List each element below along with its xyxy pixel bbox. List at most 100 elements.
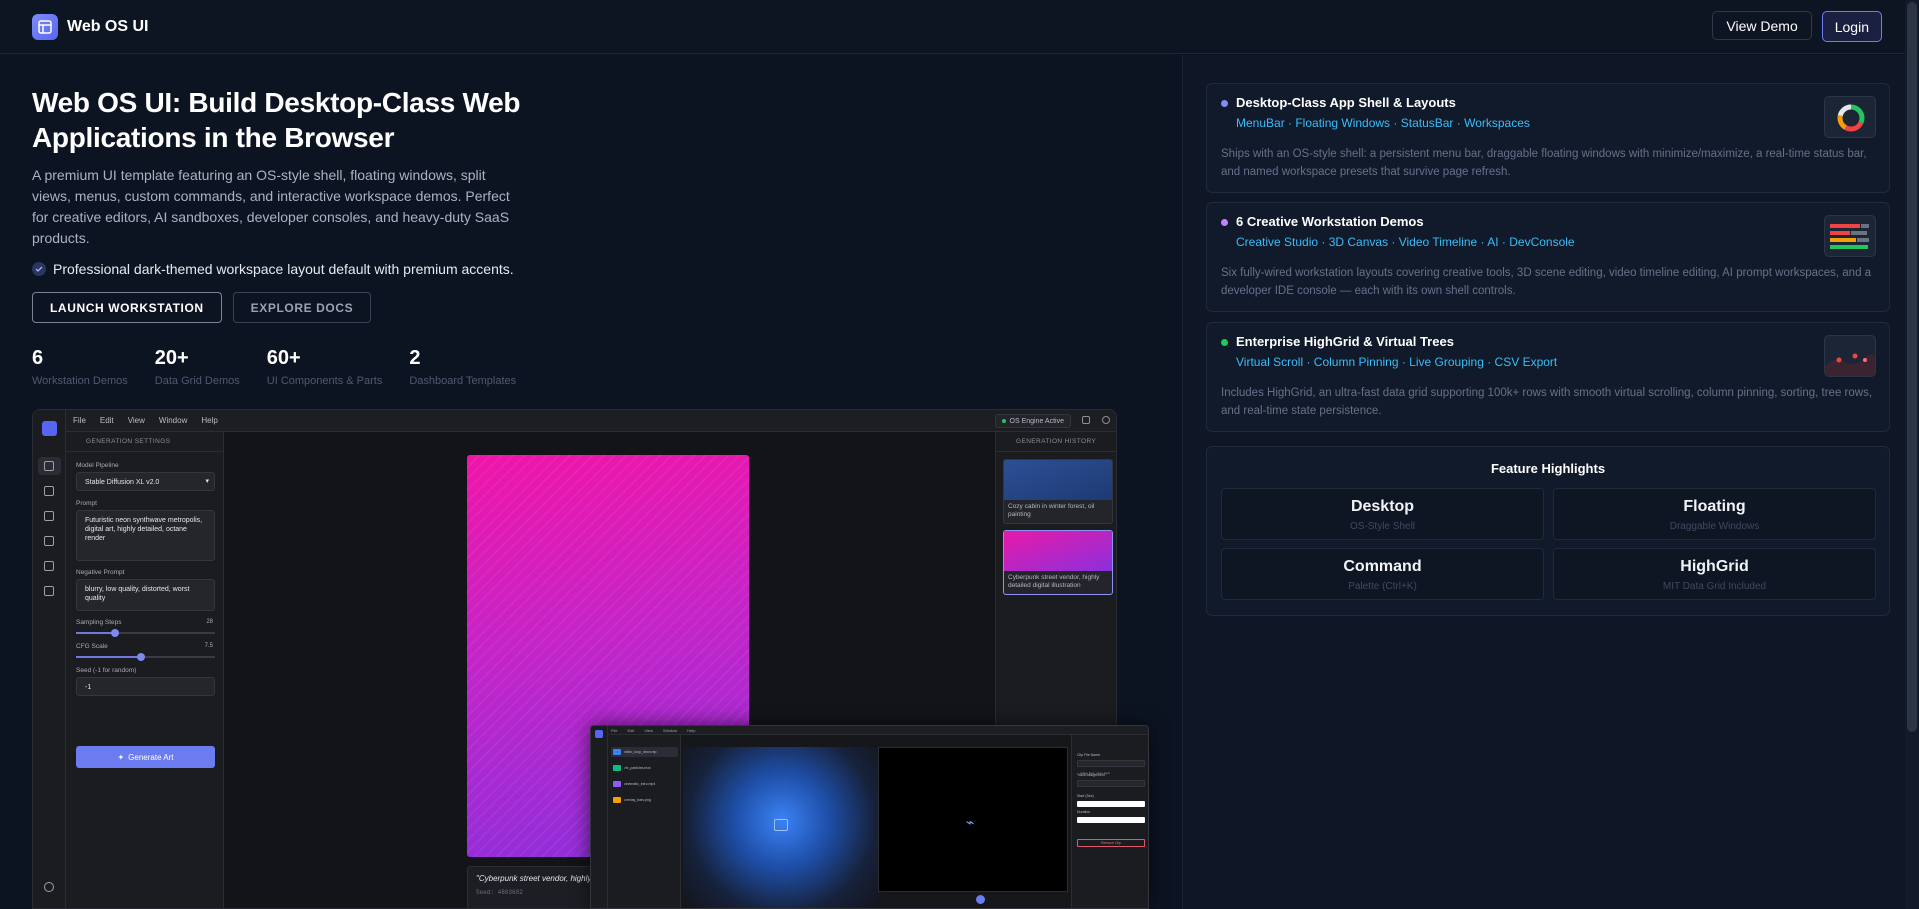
table-icon[interactable]: [44, 511, 54, 521]
prompt-textarea[interactable]: Futuristic neon synthwave metropolis, di…: [76, 510, 215, 561]
video-icon: [613, 765, 621, 771]
media-item[interactable]: vfx_particles.mov: [611, 763, 678, 773]
highlight-name: Floating: [1683, 498, 1746, 515]
w2-menubar: File Edit View Window Help: [591, 726, 1148, 735]
highlight-sub: OS-Style Shell: [1349, 521, 1416, 532]
floating-video-window[interactable]: File Edit View Window Help video_loop_ne…: [590, 725, 1149, 909]
explore-docs-button[interactable]: EXPLORE DOCS: [232, 292, 372, 323]
ws-menu-view[interactable]: View: [128, 416, 145, 425]
check-icon: [32, 262, 46, 276]
media-item-label: vfx_particles.mov: [624, 766, 652, 770]
monitor-icon[interactable]: [44, 461, 54, 471]
ws-menu-help[interactable]: Help: [201, 416, 217, 425]
stat-item: 60+ UI Components & Parts: [267, 346, 383, 387]
stat-item: 6 Workstation Demos: [32, 346, 128, 387]
feature-description: Six fully-wired workstation layouts cove…: [1221, 267, 1872, 297]
track-label: Track Assignment: [1077, 773, 1105, 777]
database-icon[interactable]: [44, 536, 54, 546]
media-item[interactable]: video_loop_neon.mp: [611, 747, 678, 757]
track-field[interactable]: [1077, 780, 1145, 787]
stat-label: UI Components & Parts: [266, 375, 383, 387]
media-bin: video_loop_neon.mp vfx_particles.mov cin…: [608, 735, 681, 908]
stat-item: 2 Dashboard Templates: [409, 346, 516, 387]
start-label: Start (Sec): [1077, 794, 1094, 798]
prompt-label: Prompt: [76, 500, 97, 507]
cfg-label: CFG Scale: [76, 643, 108, 650]
brand-name: Web OS UI: [67, 18, 149, 35]
duration-field[interactable]: [1077, 817, 1145, 823]
cfg-value: 7.5: [204, 643, 213, 649]
cfg-slider[interactable]: [76, 653, 215, 661]
w2-menu-file[interactable]: File: [611, 728, 617, 733]
steps-slider[interactable]: [76, 629, 215, 637]
source-viewer[interactable]: [683, 747, 881, 908]
waveform-icon: ⌁: [966, 814, 975, 830]
stat-label: Dashboard Templates: [409, 375, 517, 387]
page-scrollbar[interactable]: [1905, 0, 1919, 909]
layers-icon[interactable]: [44, 561, 54, 571]
generation-settings-panel: GENERATION SETTINGS Model Pipeline Stabl…: [66, 432, 224, 908]
w2-menu-view[interactable]: View: [644, 728, 653, 733]
clip-name-field[interactable]: video_loop_neon.mp4: [1077, 760, 1145, 775]
feature-card: Desktop-Class App Shell & Layouts MenuBa…: [1206, 83, 1890, 193]
start-field[interactable]: [1077, 801, 1145, 807]
history-text: Cozy cabin in winter forest, oil paintin…: [1008, 503, 1095, 518]
ws-menu-window[interactable]: Window: [159, 416, 187, 425]
cfg-slider-fill: [76, 656, 142, 658]
highlight-name: HighGrid: [1680, 558, 1749, 575]
grid-icon[interactable]: [44, 486, 54, 496]
program-monitor[interactable]: ⌁: [878, 747, 1068, 892]
model-select-value: Stable Diffusion XL v2.0: [85, 479, 160, 486]
file-icon[interactable]: [44, 586, 54, 596]
gear-icon[interactable]: [44, 882, 54, 892]
brand[interactable]: Web OS UI: [32, 14, 149, 40]
seed-input[interactable]: -1: [76, 677, 215, 696]
media-item-label: cinematic_intro.mp4: [624, 782, 656, 786]
view-demo-button[interactable]: View Demo: [1712, 11, 1812, 40]
history-text: Cyberpunk street vendor, highly detailed…: [1008, 574, 1100, 589]
feature-title: Enterprise HighGrid & Virtual Trees: [1236, 334, 1454, 349]
stat-number: 60+: [266, 347, 301, 369]
highlight-item[interactable]: Command Palette (Ctrl+K): [1221, 548, 1544, 600]
play-button[interactable]: [976, 895, 985, 904]
ws-status-badge: OS Engine Active: [994, 414, 1071, 428]
negative-prompt-textarea[interactable]: blurry, low quality, distorted, worst qu…: [76, 579, 215, 611]
highlight-item[interactable]: HighGrid MIT Data Grid Included: [1553, 548, 1876, 600]
history-card[interactable]: Cozy cabin in winter forest, oil paintin…: [1003, 459, 1113, 524]
logo-icon: [32, 14, 58, 40]
cfg-slider-knob[interactable]: [137, 653, 146, 661]
highlight-item[interactable]: Desktop OS-Style Shell: [1221, 488, 1544, 540]
highlight-sub: MIT Data Grid Included: [1662, 581, 1767, 592]
ws-status-text: OS Engine Active: [1009, 417, 1064, 425]
history-thumb: [1004, 531, 1112, 571]
history-card[interactable]: Cyberpunk street vendor, highly detailed…: [1003, 530, 1113, 595]
w2-menu-edit[interactable]: Edit: [627, 728, 634, 733]
check-note-text: Professional dark-themed workspace layou…: [53, 261, 514, 277]
steps-slider-knob[interactable]: [110, 629, 119, 637]
clip-name-label: Clip File Name: [1077, 753, 1100, 757]
remove-clip-button[interactable]: Remove Clip: [1077, 839, 1145, 847]
model-select[interactable]: Stable Diffusion XL v2.0 ▾: [76, 472, 215, 491]
w2-menu-window[interactable]: Window: [663, 728, 677, 733]
layout-icon[interactable]: [1082, 416, 1090, 424]
w2-logo-icon: [595, 730, 603, 738]
settings-icon[interactable]: [1102, 416, 1110, 424]
stat-label: Data Grid Demos: [154, 375, 240, 387]
ws-menu-edit[interactable]: Edit: [100, 416, 114, 425]
feature-tags: Creative Studio · 3D Canvas · Video Time…: [1236, 235, 1575, 249]
seed-label: Seed (-1 for random): [76, 667, 137, 674]
generate-art-button[interactable]: ✦ Generate Art: [76, 746, 215, 768]
dot-icon: [1221, 339, 1228, 346]
stat-number: 2: [409, 347, 421, 369]
status-dot-icon: [1001, 419, 1006, 423]
image-icon: [613, 797, 621, 803]
highlight-item[interactable]: Floating Draggable Windows: [1553, 488, 1876, 540]
login-button[interactable]: Login: [1821, 11, 1882, 42]
scrollbar-thumb[interactable]: [1907, 2, 1917, 732]
video-icon: [613, 781, 621, 787]
media-item[interactable]: cinematic_intro.mp4: [611, 779, 678, 789]
w2-menu-help[interactable]: Help: [687, 728, 695, 733]
launch-workstation-button[interactable]: LAUNCH WORKSTATION: [32, 292, 222, 323]
ws-menu-file[interactable]: File: [73, 416, 86, 425]
media-item[interactable]: overlay_bars.png: [611, 795, 678, 805]
